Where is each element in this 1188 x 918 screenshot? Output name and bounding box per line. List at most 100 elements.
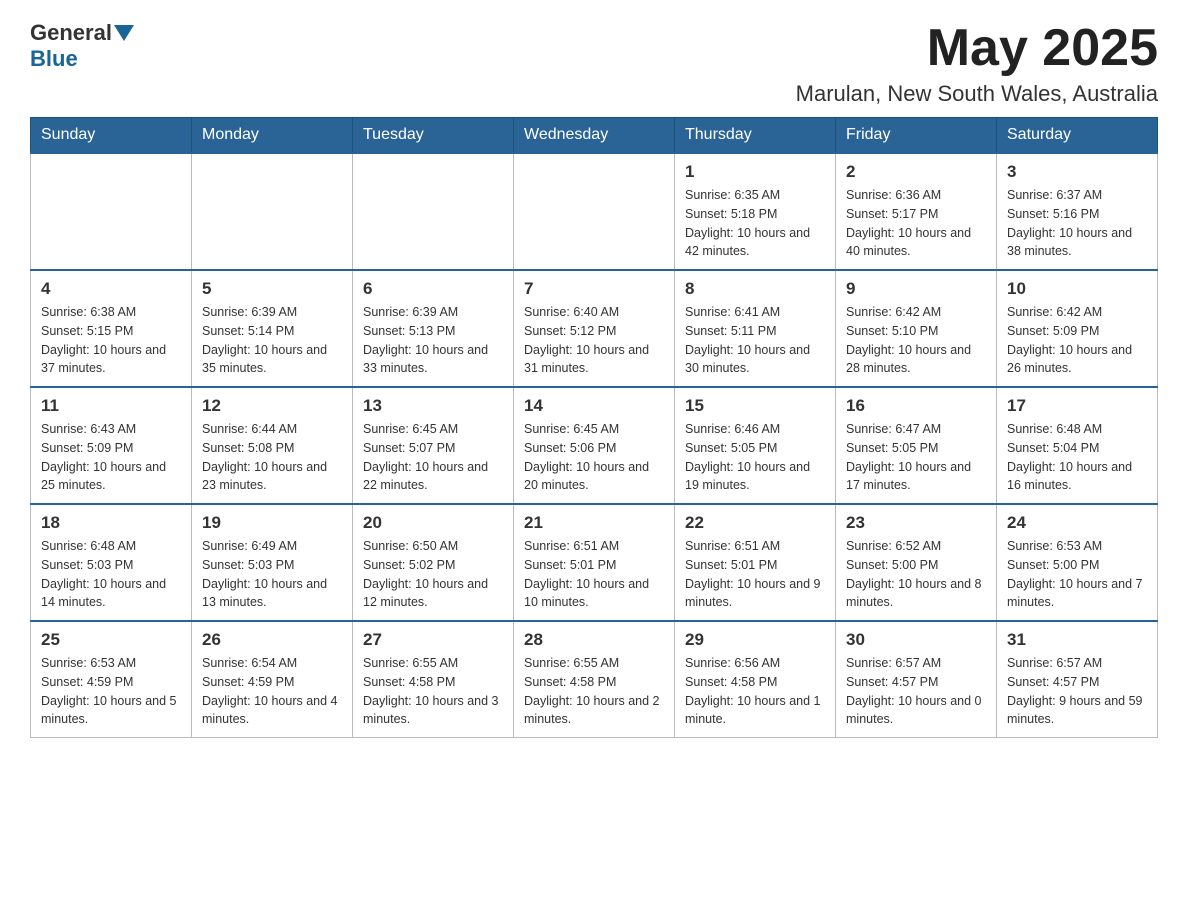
page-header: General Blue May 2025 Marulan, New South…	[30, 20, 1158, 107]
calendar-cell: 29Sunrise: 6:56 AM Sunset: 4:58 PM Dayli…	[675, 621, 836, 738]
day-info: Sunrise: 6:45 AM Sunset: 5:07 PM Dayligh…	[363, 420, 503, 495]
day-info: Sunrise: 6:53 AM Sunset: 5:00 PM Dayligh…	[1007, 537, 1147, 612]
day-info: Sunrise: 6:38 AM Sunset: 5:15 PM Dayligh…	[41, 303, 181, 378]
calendar-cell: 23 Sunrise: 6:52 AM Sunset: 5:00 PM Dayli…	[836, 504, 997, 621]
calendar-cell: 9 Sunrise: 6:42 AM Sunset: 5:10 PM Daylig…	[836, 270, 997, 387]
day-header-thursday: Thursday	[675, 118, 836, 154]
calendar-cell: 19 Sunrise: 6:49 AM Sunset: 5:03 PM Dayli…	[192, 504, 353, 621]
day-number: 4	[41, 279, 181, 299]
day-number: 19	[202, 513, 342, 533]
day-number: 25	[41, 630, 181, 650]
day-info: Sunrise: 6:36 AM Sunset: 5:17 PM Dayligh…	[846, 186, 986, 261]
calendar-cell: 12Sunrise: 6:44 AM Sunset: 5:08 PM Dayli…	[192, 387, 353, 504]
calendar-cell: 22Sunrise: 6:51 AM Sunset: 5:01 PM Dayli…	[675, 504, 836, 621]
day-info: Sunrise: 6:54 AM Sunset: 4:59 PM Dayligh…	[202, 654, 342, 729]
day-number: 9	[846, 279, 986, 299]
month-title: May 2025	[796, 20, 1158, 77]
day-number: 8	[685, 279, 825, 299]
day-info: Sunrise: 6:48 AM Sunset: 5:04 PM Dayligh…	[1007, 420, 1147, 495]
calendar-cell: 27Sunrise: 6:55 AM Sunset: 4:58 PM Dayli…	[353, 621, 514, 738]
calendar-cell	[192, 153, 353, 270]
week-row-2: 4 Sunrise: 6:38 AM Sunset: 5:15 PM Daylig…	[31, 270, 1158, 387]
day-info: Sunrise: 6:48 AM Sunset: 5:03 PM Dayligh…	[41, 537, 181, 612]
day-info: Sunrise: 6:46 AM Sunset: 5:05 PM Dayligh…	[685, 420, 825, 495]
day-number: 30	[846, 630, 986, 650]
calendar-cell: 21 Sunrise: 6:51 AM Sunset: 5:01 PM Dayli…	[514, 504, 675, 621]
day-header-saturday: Saturday	[997, 118, 1158, 154]
week-row-1: 1Sunrise: 6:35 AM Sunset: 5:18 PM Daylig…	[31, 153, 1158, 270]
calendar-cell	[514, 153, 675, 270]
day-number: 16	[846, 396, 986, 416]
day-info: Sunrise: 6:55 AM Sunset: 4:58 PM Dayligh…	[524, 654, 664, 729]
calendar-table: SundayMondayTuesdayWednesdayThursdayFrid…	[30, 117, 1158, 738]
day-info: Sunrise: 6:42 AM Sunset: 5:09 PM Dayligh…	[1007, 303, 1147, 378]
day-info: Sunrise: 6:39 AM Sunset: 5:14 PM Dayligh…	[202, 303, 342, 378]
day-number: 13	[363, 396, 503, 416]
day-number: 23	[846, 513, 986, 533]
day-info: Sunrise: 6:43 AM Sunset: 5:09 PM Dayligh…	[41, 420, 181, 495]
calendar-cell: 7Sunrise: 6:40 AM Sunset: 5:12 PM Daylig…	[514, 270, 675, 387]
calendar-cell: 18 Sunrise: 6:48 AM Sunset: 5:03 PM Dayli…	[31, 504, 192, 621]
logo: General Blue	[30, 20, 136, 72]
calendar-cell: 10 Sunrise: 6:42 AM Sunset: 5:09 PM Dayli…	[997, 270, 1158, 387]
day-number: 14	[524, 396, 664, 416]
day-header-friday: Friday	[836, 118, 997, 154]
day-info: Sunrise: 6:57 AM Sunset: 4:57 PM Dayligh…	[846, 654, 986, 729]
day-number: 10	[1007, 279, 1147, 299]
day-info: Sunrise: 6:47 AM Sunset: 5:05 PM Dayligh…	[846, 420, 986, 495]
day-number: 31	[1007, 630, 1147, 650]
calendar-cell: 11Sunrise: 6:43 AM Sunset: 5:09 PM Dayli…	[31, 387, 192, 504]
calendar-cell: 14 Sunrise: 6:45 AM Sunset: 5:06 PM Dayli…	[514, 387, 675, 504]
calendar-cell: 31 Sunrise: 6:57 AM Sunset: 4:57 PM Dayli…	[997, 621, 1158, 738]
day-number: 7	[524, 279, 664, 299]
day-info: Sunrise: 6:53 AM Sunset: 4:59 PM Dayligh…	[41, 654, 181, 729]
location-title: Marulan, New South Wales, Australia	[796, 81, 1158, 107]
day-header-wednesday: Wednesday	[514, 118, 675, 154]
day-info: Sunrise: 6:52 AM Sunset: 5:00 PM Dayligh…	[846, 537, 986, 612]
calendar-cell: 16 Sunrise: 6:47 AM Sunset: 5:05 PM Dayli…	[836, 387, 997, 504]
logo-arrow-icon	[114, 25, 134, 41]
logo-general-text: General	[30, 20, 112, 46]
day-number: 21	[524, 513, 664, 533]
day-info: Sunrise: 6:51 AM Sunset: 5:01 PM Dayligh…	[524, 537, 664, 612]
day-info: Sunrise: 6:49 AM Sunset: 5:03 PM Dayligh…	[202, 537, 342, 612]
day-info: Sunrise: 6:57 AM Sunset: 4:57 PM Dayligh…	[1007, 654, 1147, 729]
calendar-cell: 13 Sunrise: 6:45 AM Sunset: 5:07 PM Dayli…	[353, 387, 514, 504]
calendar-cell: 4 Sunrise: 6:38 AM Sunset: 5:15 PM Daylig…	[31, 270, 192, 387]
calendar-cell: 15 Sunrise: 6:46 AM Sunset: 5:05 PM Dayli…	[675, 387, 836, 504]
day-info: Sunrise: 6:44 AM Sunset: 5:08 PM Dayligh…	[202, 420, 342, 495]
day-number: 20	[363, 513, 503, 533]
day-header-tuesday: Tuesday	[353, 118, 514, 154]
calendar-cell: 17 Sunrise: 6:48 AM Sunset: 5:04 PM Dayli…	[997, 387, 1158, 504]
day-info: Sunrise: 6:41 AM Sunset: 5:11 PM Dayligh…	[685, 303, 825, 378]
day-number: 17	[1007, 396, 1147, 416]
day-number: 6	[363, 279, 503, 299]
calendar-cell: 1Sunrise: 6:35 AM Sunset: 5:18 PM Daylig…	[675, 153, 836, 270]
week-row-5: 25 Sunrise: 6:53 AM Sunset: 4:59 PM Dayli…	[31, 621, 1158, 738]
day-info: Sunrise: 6:37 AM Sunset: 5:16 PM Dayligh…	[1007, 186, 1147, 261]
day-number: 18	[41, 513, 181, 533]
calendar-cell: 8 Sunrise: 6:41 AM Sunset: 5:11 PM Daylig…	[675, 270, 836, 387]
day-number: 27	[363, 630, 503, 650]
calendar-cell: 26 Sunrise: 6:54 AM Sunset: 4:59 PM Dayli…	[192, 621, 353, 738]
day-number: 15	[685, 396, 825, 416]
calendar-cell: 30 Sunrise: 6:57 AM Sunset: 4:57 PM Dayli…	[836, 621, 997, 738]
day-info: Sunrise: 6:50 AM Sunset: 5:02 PM Dayligh…	[363, 537, 503, 612]
day-info: Sunrise: 6:45 AM Sunset: 5:06 PM Dayligh…	[524, 420, 664, 495]
day-info: Sunrise: 6:39 AM Sunset: 5:13 PM Dayligh…	[363, 303, 503, 378]
day-number: 1	[685, 162, 825, 182]
day-number: 24	[1007, 513, 1147, 533]
day-number: 26	[202, 630, 342, 650]
calendar-cell: 24 Sunrise: 6:53 AM Sunset: 5:00 PM Dayli…	[997, 504, 1158, 621]
day-number: 28	[524, 630, 664, 650]
calendar-cell: 6 Sunrise: 6:39 AM Sunset: 5:13 PM Daylig…	[353, 270, 514, 387]
week-row-4: 18 Sunrise: 6:48 AM Sunset: 5:03 PM Dayli…	[31, 504, 1158, 621]
calendar-cell: 25 Sunrise: 6:53 AM Sunset: 4:59 PM Dayli…	[31, 621, 192, 738]
calendar-cell: 2 Sunrise: 6:36 AM Sunset: 5:17 PM Daylig…	[836, 153, 997, 270]
day-number: 22	[685, 513, 825, 533]
title-section: May 2025 Marulan, New South Wales, Austr…	[796, 20, 1158, 107]
calendar-cell: 3 Sunrise: 6:37 AM Sunset: 5:16 PM Daylig…	[997, 153, 1158, 270]
day-number: 2	[846, 162, 986, 182]
day-info: Sunrise: 6:42 AM Sunset: 5:10 PM Dayligh…	[846, 303, 986, 378]
day-number: 3	[1007, 162, 1147, 182]
